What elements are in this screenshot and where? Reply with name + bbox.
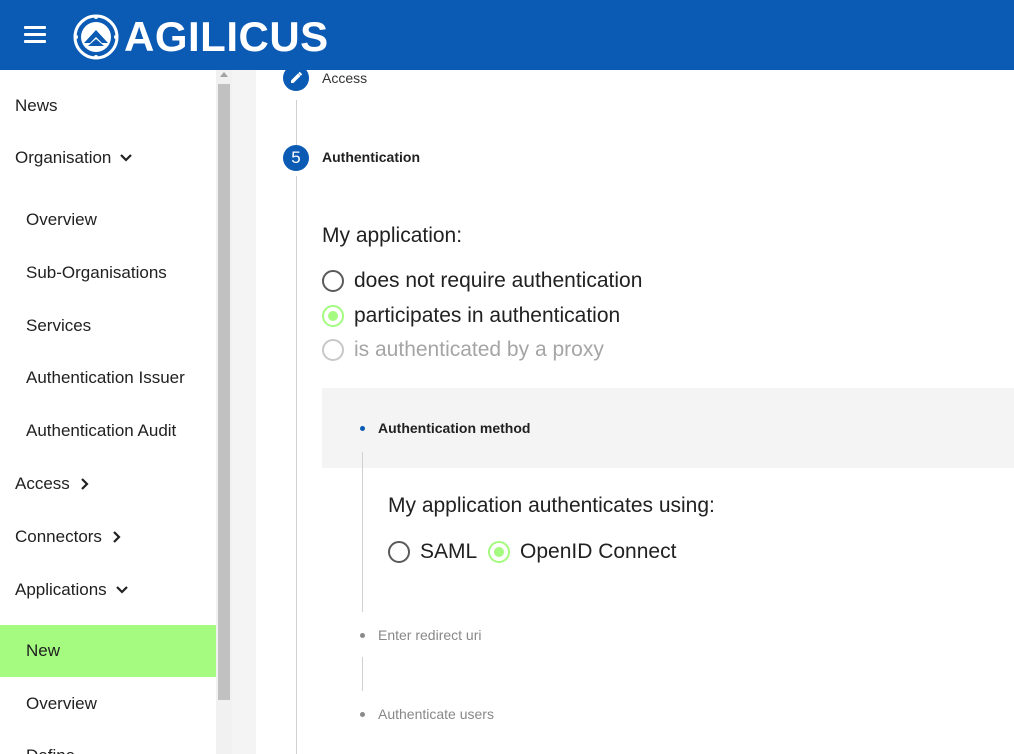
sidebar-item-applications[interactable]: Applications bbox=[0, 564, 216, 616]
sidebar-item-applications-overview[interactable]: Overview bbox=[0, 678, 216, 730]
chevron-right-icon bbox=[113, 531, 121, 543]
step-edit-icon[interactable] bbox=[283, 70, 309, 91]
sidebar-nav: News Organisation Overview Sub-Organisat… bbox=[0, 70, 232, 754]
chevron-down-icon bbox=[120, 154, 133, 162]
radio-openid-connect[interactable]: OpenID Connect bbox=[488, 540, 676, 564]
substep-connector bbox=[362, 452, 363, 612]
step-number-badge[interactable]: 5 bbox=[283, 145, 309, 171]
radio-proxy: is authenticated by a proxy bbox=[322, 338, 604, 362]
radio-button-checked[interactable] bbox=[488, 541, 510, 563]
radio-button-disabled bbox=[322, 339, 344, 361]
radio-button[interactable] bbox=[322, 270, 344, 292]
radio-label: SAML bbox=[420, 540, 478, 563]
substep-dot bbox=[360, 633, 365, 638]
sidebar-item-label: Define bbox=[26, 746, 75, 754]
radio-button[interactable] bbox=[388, 541, 410, 563]
sidebar-item-label: Organisation bbox=[15, 148, 112, 167]
top-app-bar: AGILICUS bbox=[0, 0, 1014, 70]
sidebar-item-overview[interactable]: Overview bbox=[0, 194, 216, 246]
sidebar-item-new[interactable]: New bbox=[0, 625, 216, 677]
substep-label-redirect[interactable]: Enter redirect uri bbox=[378, 627, 481, 643]
sidebar-item-label: Overview bbox=[26, 694, 97, 713]
stepper-connector bbox=[296, 100, 297, 146]
sidebar-item-label: Services bbox=[26, 316, 92, 335]
substep-label-users[interactable]: Authenticate users bbox=[378, 706, 494, 722]
substep-label-method[interactable]: Authentication method bbox=[378, 420, 530, 436]
sidebar-item-sub-organisations[interactable]: Sub-Organisations bbox=[0, 247, 216, 299]
sidebar-item-authentication-issuer[interactable]: Authentication Issuer bbox=[0, 352, 216, 404]
radio-label: does not require authentication bbox=[354, 269, 643, 292]
radio-participates[interactable]: participates in authentication bbox=[322, 304, 620, 328]
sidebar-item-news[interactable]: News bbox=[0, 80, 216, 132]
agilicus-logo-icon bbox=[73, 14, 119, 60]
chevron-right-icon bbox=[81, 478, 89, 490]
sidebar-item-authentication-audit[interactable]: Authentication Audit bbox=[0, 405, 216, 457]
sidebar-item-label: Overview bbox=[26, 210, 97, 229]
sidebar-item-define[interactable]: Define bbox=[0, 730, 216, 754]
substep-connector bbox=[362, 657, 363, 691]
substep-dot bbox=[360, 712, 365, 717]
sidebar-item-label: News bbox=[15, 96, 58, 115]
edit-pencil-icon bbox=[291, 71, 303, 83]
sidebar-item-label: Authentication Issuer bbox=[26, 368, 185, 387]
step-label-authentication[interactable]: Authentication bbox=[322, 149, 420, 165]
hamburger-menu-icon[interactable] bbox=[24, 26, 48, 44]
sidebar-item-label: Sub-Organisations bbox=[26, 263, 167, 282]
radio-label: participates in authentication bbox=[354, 304, 621, 327]
radio-label: is authenticated by a proxy bbox=[354, 338, 604, 361]
chevron-down-icon bbox=[115, 586, 128, 594]
sidebar-item-connectors[interactable]: Connectors bbox=[0, 511, 216, 563]
radio-button-checked[interactable] bbox=[322, 305, 344, 327]
scroll-up-arrow-icon[interactable] bbox=[220, 72, 228, 77]
brand-logo[interactable]: AGILICUS bbox=[72, 13, 329, 61]
substep-active-dot bbox=[360, 426, 365, 431]
sidebar-item-label: Applications bbox=[15, 580, 107, 599]
stepper-connector bbox=[296, 176, 297, 754]
radio-saml[interactable]: SAML bbox=[388, 540, 477, 564]
sidebar-item-organisation[interactable]: Organisation bbox=[0, 132, 216, 184]
sidebar-item-label: Connectors bbox=[15, 527, 102, 546]
sidebar-item-services[interactable]: Services bbox=[0, 300, 216, 352]
sidebar-item-access[interactable]: Access bbox=[0, 458, 216, 510]
sidebar-item-label: Access bbox=[15, 474, 70, 493]
sidebar-item-label: Authentication Audit bbox=[26, 421, 177, 440]
auth-heading: My application: bbox=[322, 224, 463, 247]
radio-no-auth[interactable]: does not require authentication bbox=[322, 269, 642, 293]
radio-label: OpenID Connect bbox=[520, 540, 677, 563]
brand-name: AGILICUS bbox=[124, 13, 329, 60]
step-label-access[interactable]: Access bbox=[322, 70, 367, 86]
sidebar-item-label: New bbox=[26, 641, 61, 660]
main-content: Access 5 Authentication My application: … bbox=[256, 70, 1014, 754]
method-heading: My application authenticates using: bbox=[388, 494, 715, 517]
scrollbar-thumb[interactable] bbox=[218, 84, 230, 700]
sidebar-scrollbar[interactable] bbox=[216, 70, 232, 754]
content-gutter bbox=[232, 70, 256, 754]
